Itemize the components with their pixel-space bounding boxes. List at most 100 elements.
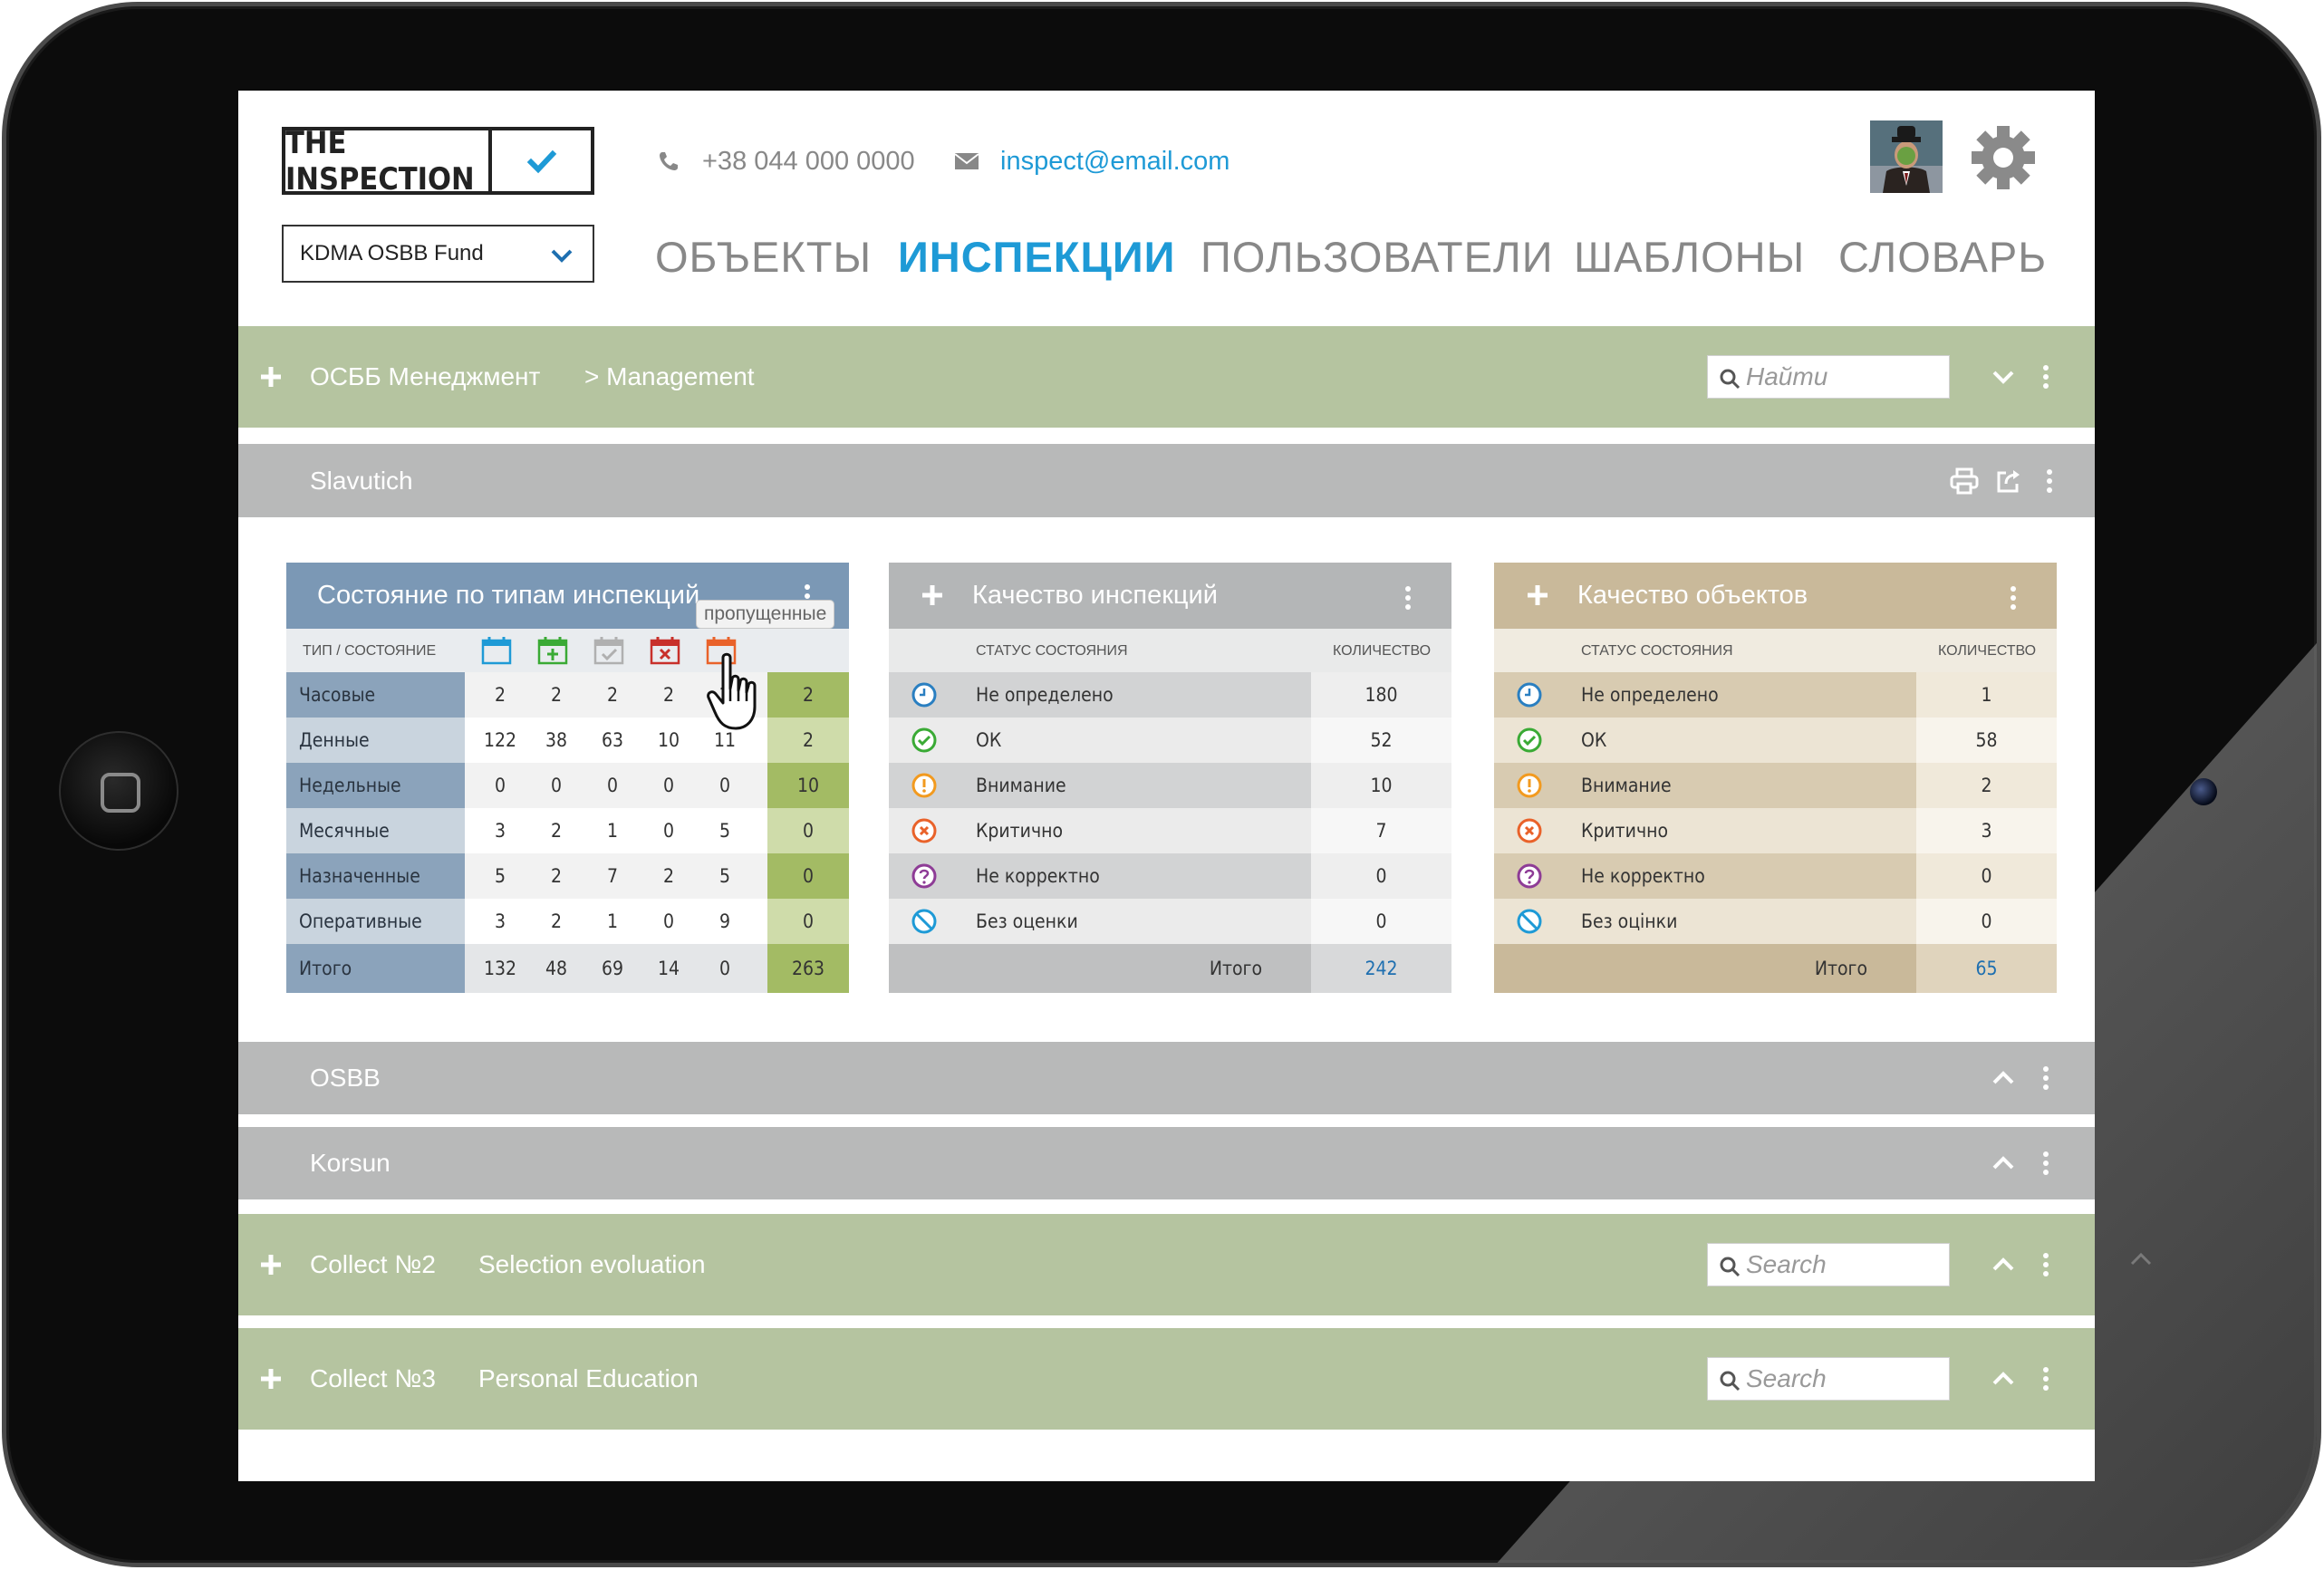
status-count: 2 — [1916, 763, 2057, 808]
collection-title[interactable]: Collect №3 — [310, 1364, 436, 1393]
list-item[interactable]: Не корректно 0 — [1494, 853, 2057, 899]
home-button[interactable] — [59, 731, 178, 851]
kebab-menu-icon[interactable] — [2045, 467, 2054, 495]
chevron-up-icon[interactable] — [1989, 1364, 2018, 1393]
table-row[interactable]: Недельные 0 0 0 0 0 10 — [286, 763, 849, 808]
table-row-total[interactable]: Итого 132 48 69 14 0 263 — [286, 944, 849, 993]
plus-icon[interactable] — [920, 583, 945, 615]
cell-value: 0 — [662, 820, 675, 842]
nav-dictionary[interactable]: СЛОВАРЬ — [1838, 225, 2047, 288]
section-title[interactable]: Korsun — [310, 1149, 391, 1178]
logo[interactable]: THE INSPECTION — [282, 125, 594, 197]
export-icon[interactable] — [1995, 467, 2022, 495]
search-icon — [1719, 1255, 1741, 1277]
search-icon — [1719, 367, 1741, 390]
plus-icon[interactable] — [1525, 583, 1550, 615]
cell-value: 0 — [662, 910, 675, 932]
breadcrumb[interactable]: > Management — [584, 362, 755, 391]
table-row[interactable]: Месячные 3 2 1 0 5 0 — [286, 808, 849, 853]
cell-value: 2 — [550, 820, 563, 842]
nav-objects[interactable]: ОБЪЕКТЫ — [655, 225, 872, 288]
print-icon[interactable] — [1950, 467, 1979, 495]
email-link[interactable]: inspect@email.com — [1000, 147, 1230, 177]
chevron-up-icon[interactable] — [1989, 1250, 2018, 1279]
cell-value: 69 — [601, 958, 624, 979]
cell-total: 263 — [767, 944, 849, 993]
cell-value: 2 — [606, 684, 619, 706]
status-count: 0 — [1311, 899, 1451, 944]
status-count: 0 — [1311, 853, 1451, 899]
fund-select[interactable]: KDMA OSBB Fund — [282, 225, 594, 283]
row-label: Часовые — [286, 672, 465, 718]
list-item-total: Итого 65 — [1494, 944, 2057, 993]
calendar-add-icon[interactable] — [537, 636, 568, 669]
cell-value: 7 — [606, 865, 619, 887]
section-bar-slavutich: Slavutich — [238, 444, 2095, 517]
plus-icon[interactable] — [258, 1366, 284, 1392]
list-item[interactable]: Критично 7 — [889, 808, 1451, 853]
chevron-down-icon — [547, 241, 576, 270]
list-item[interactable]: Без оценки 0 — [889, 899, 1451, 944]
nav-inspections[interactable]: ИНСПЕКЦИИ — [898, 225, 1175, 288]
list-item[interactable]: ОК 58 — [1494, 718, 2057, 763]
gear-icon[interactable] — [1970, 124, 2037, 191]
section-title[interactable]: Slavutich — [310, 467, 413, 496]
avatar[interactable] — [1870, 120, 1943, 193]
table-row[interactable]: Назначенные 5 2 7 2 5 0 — [286, 853, 849, 899]
group-title[interactable]: ОСББ Менеджмент — [310, 362, 540, 391]
kebab-menu-icon[interactable] — [2041, 1365, 2050, 1392]
email-contact[interactable]: inspect@email.com — [953, 143, 1230, 179]
chevron-up-icon[interactable] — [1989, 1149, 2018, 1178]
collection-subtitle[interactable]: Personal Education — [478, 1364, 699, 1393]
panel-title: Качество инспекций — [889, 563, 1451, 629]
status-count: 58 — [1916, 718, 2057, 763]
collection-bar: Collect №2 Selection evoluation Search — [238, 1214, 2095, 1315]
phone-number: +38 044 000 0000 — [702, 146, 915, 176]
collection-subtitle[interactable]: Selection evoluation — [478, 1250, 706, 1279]
check-icon — [492, 130, 591, 191]
chevron-down-icon[interactable] — [1989, 362, 2018, 391]
list-item[interactable]: Не корректно 0 — [889, 853, 1451, 899]
search-input[interactable]: Найти — [1707, 355, 1950, 399]
kebab-menu-icon[interactable] — [2041, 1150, 2050, 1177]
list-item[interactable]: Критично 3 — [1494, 808, 2057, 853]
list-item[interactable]: ОК 52 — [889, 718, 1451, 763]
phone-contact[interactable]: +38 044 000 0000 — [655, 143, 915, 179]
phone-icon — [655, 148, 682, 175]
nav-users[interactable]: ПОЛЬЗОВАТЕЛИ — [1201, 225, 1554, 288]
row-label: Оперативные — [286, 899, 465, 944]
collection-title[interactable]: Collect №2 — [310, 1250, 436, 1279]
list-item[interactable]: Без оцінки 0 — [1494, 899, 2057, 944]
status-count: 1 — [1916, 672, 2057, 718]
list-item[interactable]: Не определено 1 — [1494, 672, 2057, 718]
calendar-cancel-icon[interactable] — [650, 636, 680, 669]
section-title[interactable]: OSBB — [310, 1064, 381, 1093]
search-input[interactable]: Search — [1707, 1243, 1950, 1286]
row-label: Месячные — [286, 808, 465, 853]
kebab-menu-icon[interactable] — [2009, 584, 2018, 619]
list-item[interactable]: Внимание 10 — [889, 763, 1451, 808]
section-bar-osbb: OSBB — [238, 1042, 2095, 1114]
search-input[interactable]: Search — [1707, 1357, 1950, 1401]
plus-icon[interactable] — [258, 364, 284, 390]
list-item[interactable]: Внимание 2 — [1494, 763, 2057, 808]
panel-title-text: Качество объектов — [1577, 581, 1808, 610]
total-label: Итого — [1814, 958, 1867, 979]
kebab-menu-icon[interactable] — [2041, 1064, 2050, 1092]
tablet-frame: THE INSPECTION +38 044 000 0000 inspect@… — [2, 2, 2321, 1567]
calendar-icon[interactable] — [481, 636, 512, 669]
status-label: Не корректно — [976, 865, 1100, 887]
col-header-count: количество — [1938, 643, 2037, 659]
panel-subheader: статус состояния количество — [889, 629, 1451, 672]
kebab-menu-icon[interactable] — [2041, 1251, 2050, 1278]
list-item[interactable]: Не определено 180 — [889, 672, 1451, 718]
table-row[interactable]: Оперативные 3 2 1 0 9 0 — [286, 899, 849, 944]
kebab-menu-icon[interactable] — [2041, 363, 2050, 390]
plus-icon[interactable] — [258, 1252, 284, 1277]
cell-value: 2 — [550, 910, 563, 932]
chevron-up-icon[interactable] — [1989, 1064, 2018, 1093]
col-header-status: статус состояния — [1581, 643, 1733, 659]
kebab-menu-icon[interactable] — [1403, 584, 1413, 619]
calendar-check-icon[interactable] — [593, 636, 624, 669]
nav-templates[interactable]: ШАБЛОНЫ — [1574, 225, 1805, 288]
